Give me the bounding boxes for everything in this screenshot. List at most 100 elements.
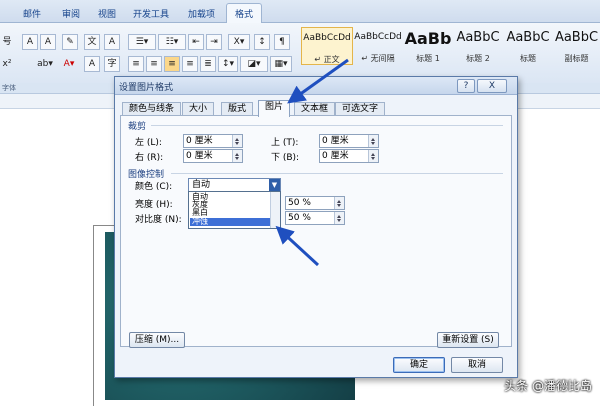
shading-icon[interactable]: ◪▾ [240, 56, 268, 72]
chevron-down-icon[interactable]: ▼ [269, 179, 280, 191]
style-title[interactable]: AaBbC 标题 [503, 27, 553, 63]
style-heading-2[interactable]: AaBbC 标题 2 [453, 27, 503, 63]
numbering-icon[interactable]: ☷▾ [158, 34, 186, 50]
style-name: 标题 [520, 54, 536, 63]
divider [171, 173, 503, 174]
style-preview: AaBbC [554, 30, 599, 45]
crop-left-value: 0 厘米 [186, 136, 213, 146]
dropdown-scrollbar[interactable] [270, 192, 280, 228]
crop-top-label: 上 (T): [271, 138, 299, 148]
grow-font-button[interactable]: A [22, 34, 38, 50]
crop-right-spinner[interactable]: 0 厘米 [183, 149, 243, 163]
sort-icon[interactable]: ↕ [254, 34, 270, 50]
crop-top-spinner[interactable]: 0 厘米 [319, 134, 379, 148]
increase-indent-icon[interactable]: ⇥ [206, 34, 222, 50]
divider [151, 125, 503, 126]
highlight-color-icon[interactable]: ab▾ [34, 56, 56, 72]
ribbon-tab-addins[interactable]: 加载项 [188, 7, 215, 20]
tab-layout[interactable]: 版式 [221, 102, 254, 116]
justify-icon[interactable]: ≡ [182, 56, 198, 72]
bullets-icon[interactable]: ☰▾ [128, 34, 156, 50]
style-preview: AaBb [404, 29, 452, 48]
style-preview: AaBbC [456, 30, 500, 45]
style-preview: AaBbCcDd [303, 33, 351, 43]
tab-colors-lines[interactable]: 颜色与线条 [122, 102, 182, 116]
decrease-indent-icon[interactable]: ⇤ [188, 34, 204, 50]
contrast-spinner[interactable]: 50 % [285, 211, 345, 225]
ribbon-tab-review[interactable]: 审阅 [62, 7, 80, 20]
spin-arrows-icon[interactable] [368, 150, 378, 162]
color-dropdown-list: 自动 灰度 黑白 冲蚀 [188, 191, 281, 229]
brightness-value: 50 % [288, 198, 311, 208]
ribbon-body: 号 A A ✎ 文 A ☰▾ ☷▾ ⇤ ⇥ X▾ ↕ ¶ x² ab▾ A▾ A… [0, 23, 600, 84]
cancel-button[interactable]: 取消 [451, 357, 503, 373]
ribbon-tab-bar: 邮件 审阅 视图 开发工具 加载项 格式 [0, 0, 600, 25]
reset-button[interactable]: 重新设置 (S) [437, 332, 499, 348]
distribute-icon[interactable]: ≣ [200, 56, 216, 72]
color-option-washout[interactable]: 冲蚀 [190, 218, 270, 226]
dialog-tabs: 颜色与线条 大小 版式 图片 文本框 可选文字 [120, 100, 512, 117]
ok-button[interactable]: 确定 [393, 357, 445, 373]
contrast-value: 50 % [288, 213, 311, 223]
crop-left-label: 左 (L): [135, 138, 162, 148]
style-name: 副标题 [564, 54, 589, 63]
font-color-icon[interactable]: A▾ [58, 56, 80, 72]
shrink-font-button[interactable]: A [40, 34, 56, 50]
crop-bottom-spinner[interactable]: 0 厘米 [319, 149, 379, 163]
spin-arrows-icon[interactable] [334, 212, 344, 224]
brightness-label: 亮度 (H): [135, 200, 173, 210]
align-right-icon[interactable]: ≡ [164, 56, 180, 72]
font-group-label: 字体 [2, 84, 16, 92]
enclosed-char-icon[interactable]: 字 [104, 56, 120, 72]
crop-bottom-value: 0 厘米 [322, 151, 349, 161]
contrast-label: 对比度 (N): [135, 215, 182, 225]
style-no-spacing[interactable]: AaBbCcDd ↵ 无间隔 [353, 27, 403, 63]
phonetic-icon[interactable]: 文 [84, 34, 100, 50]
align-left-icon[interactable]: ≡ [128, 56, 144, 72]
watermark: 头条 @潘德比岛 [504, 379, 592, 393]
tab-picture[interactable]: 图片 [258, 100, 291, 117]
tab-size[interactable]: 大小 [182, 102, 215, 116]
compress-button[interactable]: 压缩 (M)... [129, 332, 185, 348]
style-name: ↵ 无间隔 [361, 54, 395, 63]
superscript-icon[interactable]: x² [0, 56, 14, 72]
crop-right-label: 右 (R): [135, 153, 164, 163]
align-center-icon[interactable]: ≡ [146, 56, 162, 72]
char-border-icon[interactable]: A [104, 34, 120, 50]
crop-section-title: 裁剪 [128, 122, 147, 132]
ribbon-tab-developer[interactable]: 开发工具 [133, 7, 169, 20]
spin-arrows-icon[interactable] [334, 197, 344, 209]
color-select-value: 自动 [192, 180, 211, 190]
font-size-label: 号 [2, 37, 12, 47]
close-button[interactable]: X [477, 79, 507, 93]
style-name: 标题 2 [466, 54, 490, 63]
tab-alt-text[interactable]: 可选文字 [335, 102, 386, 116]
chinese-layout-icon[interactable]: X▾ [228, 34, 250, 50]
spin-arrows-icon[interactable] [232, 150, 242, 162]
color-option-black-white[interactable]: 黑白 [190, 209, 270, 217]
format-picture-dialog: 设置图片格式 ? X 颜色与线条 大小 版式 图片 文本框 可选文字 裁剪 左 … [114, 76, 518, 378]
help-button[interactable]: ? [457, 79, 475, 93]
ribbon-tab-format[interactable]: 格式 [226, 3, 263, 25]
color-label: 颜色 (C): [135, 182, 173, 192]
ribbon-tab-mailings[interactable]: 邮件 [23, 7, 41, 20]
ribbon-tab-view[interactable]: 视图 [98, 7, 116, 20]
style-heading-1[interactable]: AaBb 标题 1 [403, 27, 453, 63]
color-select[interactable]: 自动 ▼ [188, 178, 281, 192]
brightness-spinner[interactable]: 50 % [285, 196, 345, 210]
line-spacing-icon[interactable]: ↕▾ [218, 56, 238, 72]
style-normal[interactable]: AaBbCcDd ↵ 正文 [301, 27, 353, 65]
dialog-title-bar[interactable]: 设置图片格式 ? X [115, 77, 517, 95]
tab-text-box[interactable]: 文本框 [294, 102, 336, 116]
crop-top-value: 0 厘米 [322, 136, 349, 146]
show-marks-icon[interactable]: ¶ [274, 34, 290, 50]
picture-tab-panel: 裁剪 左 (L): 0 厘米 右 (R): 0 厘米 上 (T): 0 厘米 下… [120, 115, 512, 348]
char-shading-icon[interactable]: A [84, 56, 100, 72]
style-name: 标题 1 [416, 54, 440, 63]
spin-arrows-icon[interactable] [232, 135, 242, 147]
clear-format-icon[interactable]: ✎ [62, 34, 78, 50]
style-subtitle[interactable]: AaBbC 副标题 [553, 27, 600, 63]
borders-icon[interactable]: ▦▾ [270, 56, 292, 72]
crop-left-spinner[interactable]: 0 厘米 [183, 134, 243, 148]
spin-arrows-icon[interactable] [368, 135, 378, 147]
